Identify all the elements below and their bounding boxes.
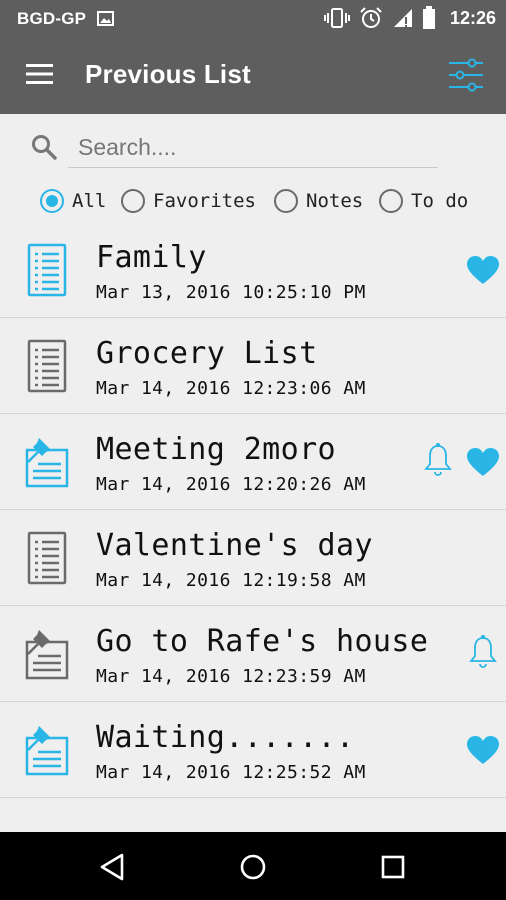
carrier-name: BGD-GP bbox=[17, 9, 87, 28]
radio-notes[interactable]: Notes bbox=[274, 184, 363, 218]
bell-icon[interactable] bbox=[423, 443, 453, 477]
radio-label: Favorites bbox=[153, 190, 256, 212]
status-icons: 12:26 bbox=[323, 6, 496, 30]
item-title: Meeting 2moro bbox=[96, 432, 336, 467]
radio-all[interactable]: All bbox=[40, 184, 106, 218]
system-nav-bar bbox=[0, 832, 506, 900]
alarm-icon bbox=[360, 7, 382, 28]
list-item[interactable]: Go to Rafe's house Mar 14, 2016 12:23:59… bbox=[0, 606, 506, 702]
item-title: Grocery List bbox=[96, 336, 318, 371]
radio-todo[interactable]: To do bbox=[379, 184, 468, 218]
list-item[interactable]: Meeting 2moro Mar 14, 2016 12:20:26 AM bbox=[0, 414, 506, 510]
note-icon bbox=[27, 339, 67, 393]
list-item[interactable]: Valentine's day Mar 14, 2016 12:19:58 AM bbox=[0, 510, 506, 606]
radio-label: Notes bbox=[306, 190, 364, 212]
app-bar: Previous List bbox=[0, 37, 506, 114]
todo-pin-icon bbox=[25, 630, 69, 680]
bell-icon[interactable] bbox=[468, 635, 498, 669]
todo-pin-icon bbox=[25, 438, 69, 488]
radio-unchecked-icon bbox=[274, 189, 298, 213]
home-icon[interactable] bbox=[238, 852, 268, 882]
item-title: Go to Rafe's house bbox=[96, 624, 429, 659]
item-date: Mar 14, 2016 12:23:59 AM bbox=[96, 666, 366, 687]
radio-unchecked-icon bbox=[121, 189, 145, 213]
radio-label: All bbox=[72, 190, 107, 212]
item-date: Mar 14, 2016 12:19:58 AM bbox=[96, 570, 366, 591]
heart-icon[interactable] bbox=[466, 735, 500, 765]
image-icon bbox=[97, 11, 114, 26]
item-date: Mar 14, 2016 12:20:26 AM bbox=[96, 474, 366, 495]
list-item[interactable]: Grocery List Mar 14, 2016 12:23:06 AM bbox=[0, 318, 506, 414]
heart-icon[interactable] bbox=[466, 447, 500, 477]
todo-pin-icon bbox=[25, 726, 69, 776]
radio-label: To do bbox=[411, 190, 469, 212]
hamburger-menu-icon[interactable] bbox=[26, 64, 53, 84]
item-date: Mar 14, 2016 12:23:06 AM bbox=[96, 378, 366, 399]
sliders-filter-icon[interactable] bbox=[448, 57, 484, 93]
item-date: Mar 13, 2016 10:25:10 PM bbox=[96, 282, 366, 303]
status-time: 12:26 bbox=[449, 7, 496, 28]
radio-checked-icon bbox=[40, 189, 64, 213]
page-title: Previous List bbox=[85, 59, 251, 89]
list-item[interactable]: Waiting....... Mar 14, 2016 12:25:52 AM bbox=[0, 702, 506, 798]
signal-icon bbox=[393, 9, 412, 27]
radio-unchecked-icon bbox=[379, 189, 403, 213]
note-icon bbox=[27, 243, 67, 297]
notes-list: Family Mar 13, 2016 10:25:10 PM Grocery … bbox=[0, 222, 506, 798]
item-title: Waiting....... bbox=[96, 720, 355, 755]
search-icon bbox=[32, 135, 57, 160]
item-title: Valentine's day bbox=[96, 528, 373, 563]
radio-favorites[interactable]: Favorites bbox=[121, 184, 256, 218]
search-input[interactable] bbox=[68, 128, 438, 168]
status-bar: BGD-GP 12:26 bbox=[0, 0, 506, 37]
item-title: Family bbox=[96, 240, 207, 275]
battery-icon bbox=[422, 6, 435, 29]
recents-icon[interactable] bbox=[378, 852, 408, 882]
vibrate-icon bbox=[323, 8, 350, 28]
heart-icon[interactable] bbox=[466, 255, 500, 285]
filter-radio-group: All Favorites Notes To do bbox=[0, 184, 506, 218]
back-icon[interactable] bbox=[98, 852, 128, 882]
list-item[interactable]: Family Mar 13, 2016 10:25:10 PM bbox=[0, 222, 506, 318]
note-icon bbox=[27, 531, 67, 585]
item-date: Mar 14, 2016 12:25:52 AM bbox=[96, 762, 366, 783]
